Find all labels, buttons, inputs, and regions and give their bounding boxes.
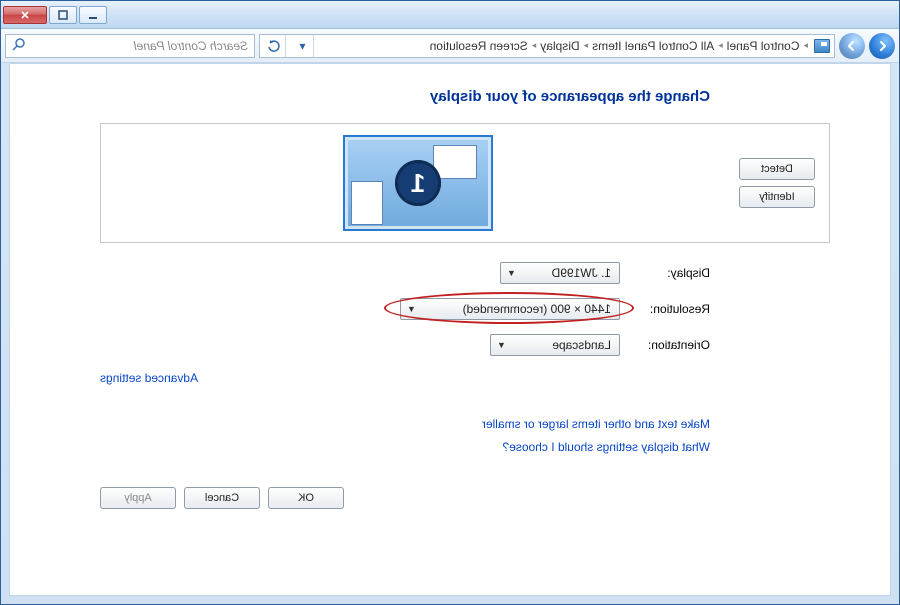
monitor-number-badge: 1 (395, 160, 441, 206)
close-button[interactable] (3, 6, 47, 24)
search-input[interactable]: Search Control Panel (5, 34, 255, 58)
search-icon (12, 37, 26, 54)
maximize-button[interactable] (49, 6, 77, 24)
resolution-label: Resolution: (620, 302, 710, 316)
ok-button[interactable]: OK (268, 487, 344, 509)
display-dropdown[interactable]: 1. JW199D ▼ (500, 262, 620, 284)
window-icon (351, 181, 383, 225)
orientation-label: Orientation: (620, 338, 710, 352)
window-icon (433, 145, 477, 179)
display-help-link[interactable]: What display settings should I choose? (100, 436, 710, 459)
page-title: Change the appearance of your display (100, 88, 710, 105)
address-bar[interactable]: ▸ Control Panel ▸ All Control Panel Item… (259, 34, 835, 58)
nav-back-button[interactable] (869, 33, 895, 59)
breadcrumb-item[interactable]: All Control Panel Items (592, 39, 714, 53)
monitor-thumbnail[interactable]: 1 (343, 135, 493, 231)
minimize-button[interactable] (79, 6, 107, 24)
advanced-settings-link[interactable]: Advanced settings (100, 371, 830, 385)
breadcrumb-item[interactable]: Display (540, 39, 579, 53)
text-size-link[interactable]: Make text and other items larger or smal… (100, 413, 710, 436)
nav-forward-button[interactable] (839, 33, 865, 59)
refresh-icon[interactable] (264, 35, 286, 57)
chevron-down-icon: ▼ (407, 304, 416, 314)
navbar: ▸ Control Panel ▸ All Control Panel Item… (1, 29, 899, 63)
display-label: Display: (620, 266, 710, 280)
search-placeholder: Search Control Panel (134, 39, 248, 53)
cancel-button[interactable]: Cancel (184, 487, 260, 509)
resolution-dropdown[interactable]: 1440 × 900 (recommended) ▼ (400, 298, 620, 320)
detect-button[interactable]: Detect (739, 158, 815, 180)
content-area: Change the appearance of your display De… (9, 63, 891, 596)
orientation-dropdown[interactable]: Landscape ▼ (490, 334, 620, 356)
address-dropdown-icon[interactable]: ▾ (292, 35, 314, 57)
chevron-down-icon: ▼ (497, 340, 506, 350)
titlebar (1, 1, 899, 29)
breadcrumb-item[interactable]: Screen Resolution (430, 39, 528, 53)
display-preview-panel: Detect Identify 1 (100, 123, 830, 243)
identify-button[interactable]: Identify (739, 186, 815, 208)
breadcrumb[interactable]: ▸ Control Panel ▸ All Control Panel Item… (430, 39, 808, 53)
breadcrumb-item[interactable]: Control Panel (727, 39, 800, 53)
control-panel-icon (814, 39, 830, 53)
chevron-down-icon: ▼ (507, 268, 516, 278)
apply-button[interactable]: Apply (100, 487, 176, 509)
